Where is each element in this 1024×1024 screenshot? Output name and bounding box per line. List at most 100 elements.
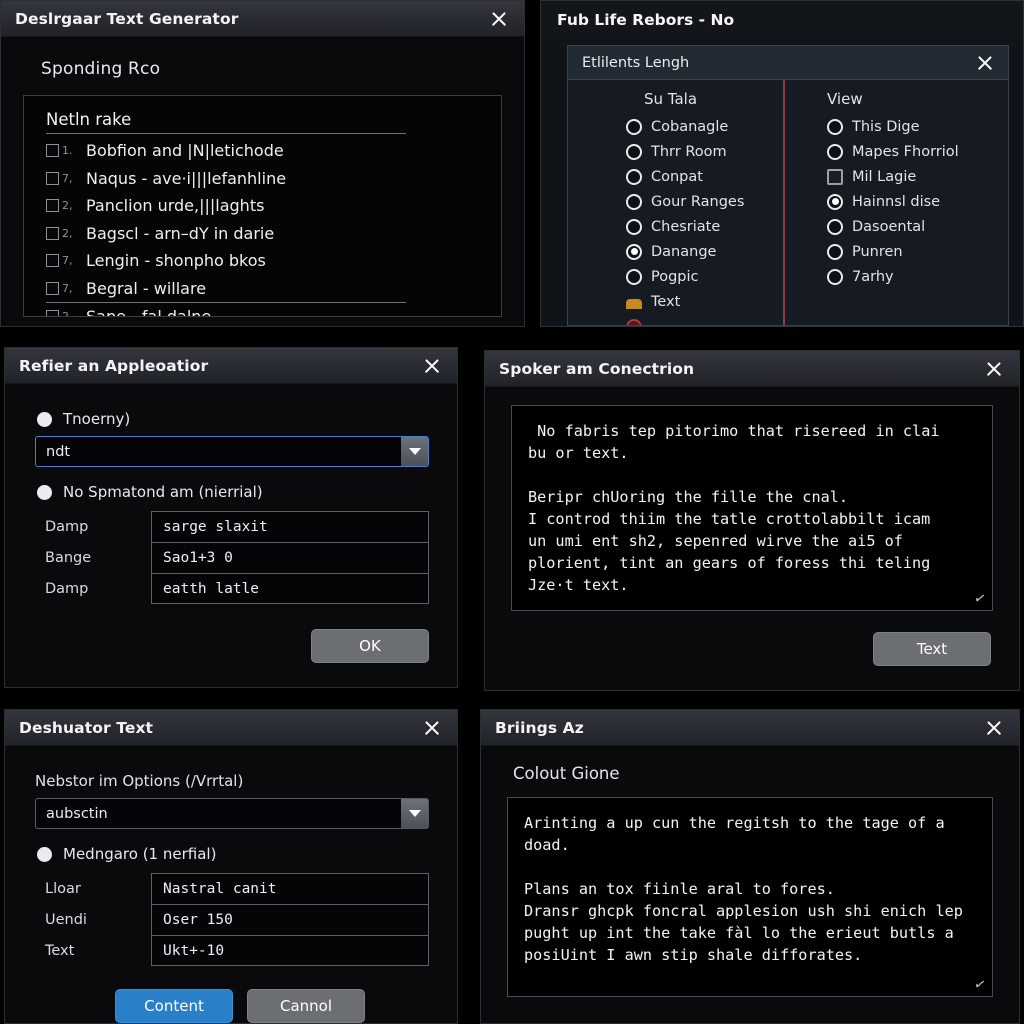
briings-titlebar: Briings Az [481,710,1019,746]
form-field-input[interactable]: eatth latle [151,573,429,604]
option-row-label: Mil Lagie [852,168,917,185]
option-row[interactable]: Dasoental [827,214,1008,239]
radio-icon[interactable] [626,218,642,235]
generator-list-item-number: 7, [62,281,73,295]
form-field-input[interactable]: sarge slaxit [151,511,429,542]
option-row[interactable]: Hainnsl dise [827,189,1008,214]
generator-list-item-label: Panclion urde,|||laghts [86,196,265,216]
generator-list-item[interactable]: 2, Sape - fal dalne [46,302,406,317]
radio-selected-icon[interactable] [827,193,843,210]
cancel-button[interactable]: Cannol [247,989,365,1023]
option-row[interactable]: Chesriate [626,214,783,239]
radio-icon[interactable] [827,243,843,260]
close-icon[interactable] [981,356,1007,382]
refresh-radio-option-1[interactable]: Tnoerny) [37,410,429,428]
radio-filled-icon [37,846,52,862]
generator-list-item[interactable]: 2, Panclion urde,|||laghts [46,192,487,220]
generator-list-item-label: Sape - fal dalne [86,306,212,317]
option-row[interactable]: Cobanagle [626,114,783,139]
checkbox-icon[interactable] [46,281,59,295]
option-row-label: Danange [651,243,717,260]
ok-button[interactable]: OK [311,629,429,663]
radio-icon[interactable] [626,118,642,135]
radio-filled-icon [37,411,52,427]
generator-heading: Sponding Rco [41,59,161,79]
radio-icon[interactable] [827,143,843,160]
radio-icon[interactable] [626,268,642,285]
checkbox-icon[interactable] [46,254,59,268]
generator-list-item-label: Bagscl - arn–dY in darie [86,223,275,243]
form-field-input[interactable]: Ukt+-10 [151,935,429,966]
refresh-button-row: OK [311,629,429,663]
form-field-input[interactable]: Nastral canit [151,873,429,904]
option-row[interactable]: Punren [827,239,1008,264]
speaker-textarea[interactable]: No fabris tep pitorimo that risereed in … [511,405,993,611]
option-row[interactable]: Pogpic [626,264,783,289]
chevron-down-icon[interactable] [401,799,428,828]
speaker-paragraph: Beripr chUoring the fille the cnal. I co… [528,488,931,594]
option-row[interactable]: Thrr Room [626,139,783,164]
radio-icon[interactable] [827,118,843,135]
generator-list-item[interactable]: 1. Bobfion and |N|letichode [46,137,487,165]
radio-icon[interactable] [626,168,642,185]
close-icon[interactable] [972,50,998,76]
option-row[interactable]: Mapes Fhorriol [827,139,1008,164]
generator-list-item-number: 7, [62,254,73,268]
generator-listbox[interactable]: Netln rake 1. Bobfion and |N|letichode 7, N… [23,95,502,317]
briings-paragraph: Plans an tox fiinle aral to fores. Drans… [524,880,963,964]
chevron-down-icon[interactable] [401,437,428,466]
form-field-input[interactable]: Sao1+3 0 [151,542,429,573]
checkbox-icon[interactable] [827,168,843,185]
option-row-label: 7arhy [852,268,894,285]
close-icon[interactable] [486,6,512,32]
close-icon[interactable] [419,715,445,741]
checkbox-icon[interactable] [46,199,59,213]
radio-icon[interactable] [626,318,642,326]
resize-grip-icon[interactable]: ✓ [971,590,990,609]
left-column-rows: Cobanagle Thrr Room Conpat Gour Ranges Chesr… [626,114,783,326]
speaker-connection-window: Spoker am Conectrion No fabris tep pitor… [484,350,1020,691]
close-icon[interactable] [981,715,1007,741]
checkbox-icon[interactable] [46,171,59,185]
form-field-input[interactable]: Oser 150 [151,904,429,935]
form-field-label: Bange [45,549,92,566]
option-row[interactable]: 7arhy [827,264,1008,289]
generator-list-item-label: Naqus - ave·i|||lefanhline [86,168,287,188]
radio-icon[interactable] [626,193,642,210]
option-row[interactable] [626,314,783,326]
radio-selected-icon[interactable] [626,243,642,260]
close-icon[interactable] [419,353,445,379]
speaker-body: No fabris tep pitorimo that risereed in … [485,387,1019,690]
form-field-label: Damp [45,580,89,597]
option-row[interactable]: Conpat [626,164,783,189]
checkbox-icon[interactable] [46,309,59,316]
speaker-paragraph: No fabris tep pitorimo that risereed in … [528,422,940,462]
checkbox-icon[interactable] [46,226,59,240]
resize-grip-icon[interactable]: ✓ [971,976,990,995]
generator-list-item[interactable]: 7, Lengin - shonpho bkos [46,247,487,275]
checkbox-icon[interactable] [46,144,59,158]
option-row-label: Text [651,293,681,310]
options-left-column: Su Tala Cobanagle Thrr Room Conpat Gour Ran… [568,80,783,326]
deshuator-radio-option[interactable]: Medngaro (1 nerfial) [37,845,429,863]
text-generator-body: Sponding Rco Netln rake 1. Bobfion and |N… [1,37,524,326]
radio-icon[interactable] [827,218,843,235]
briings-textarea[interactable]: Arinting a up cun the regitsh to the tag… [507,797,993,997]
radio-icon[interactable] [827,268,843,285]
text-button[interactable]: Text [873,632,991,666]
option-row[interactable]: Gour Ranges [626,189,783,214]
refresh-radio-option-2[interactable]: No Spmatond am (nierrial) [37,483,429,501]
form-field-row: Damp eatth latle [45,573,429,604]
option-row[interactable]: Danange [626,239,783,264]
option-row[interactable]: Mil Lagie [827,164,1008,189]
generator-list-item[interactable]: 7, Naqus - ave·i|||lefanhline [46,165,487,193]
radio-icon[interactable] [626,143,642,160]
option-row[interactable]: This Dige [827,114,1008,139]
tab-marker-icon[interactable] [626,299,642,310]
deshuator-dropdown[interactable]: aubsctin [35,798,429,829]
generator-list-item[interactable]: 7, Begral - willare [46,275,487,303]
refresh-dropdown[interactable]: ndt [35,436,429,467]
generator-list-item[interactable]: 2, Bagscl - arn–dY in darie [46,220,487,248]
option-row[interactable]: Text [626,289,783,314]
content-button[interactable]: Content [115,989,233,1023]
